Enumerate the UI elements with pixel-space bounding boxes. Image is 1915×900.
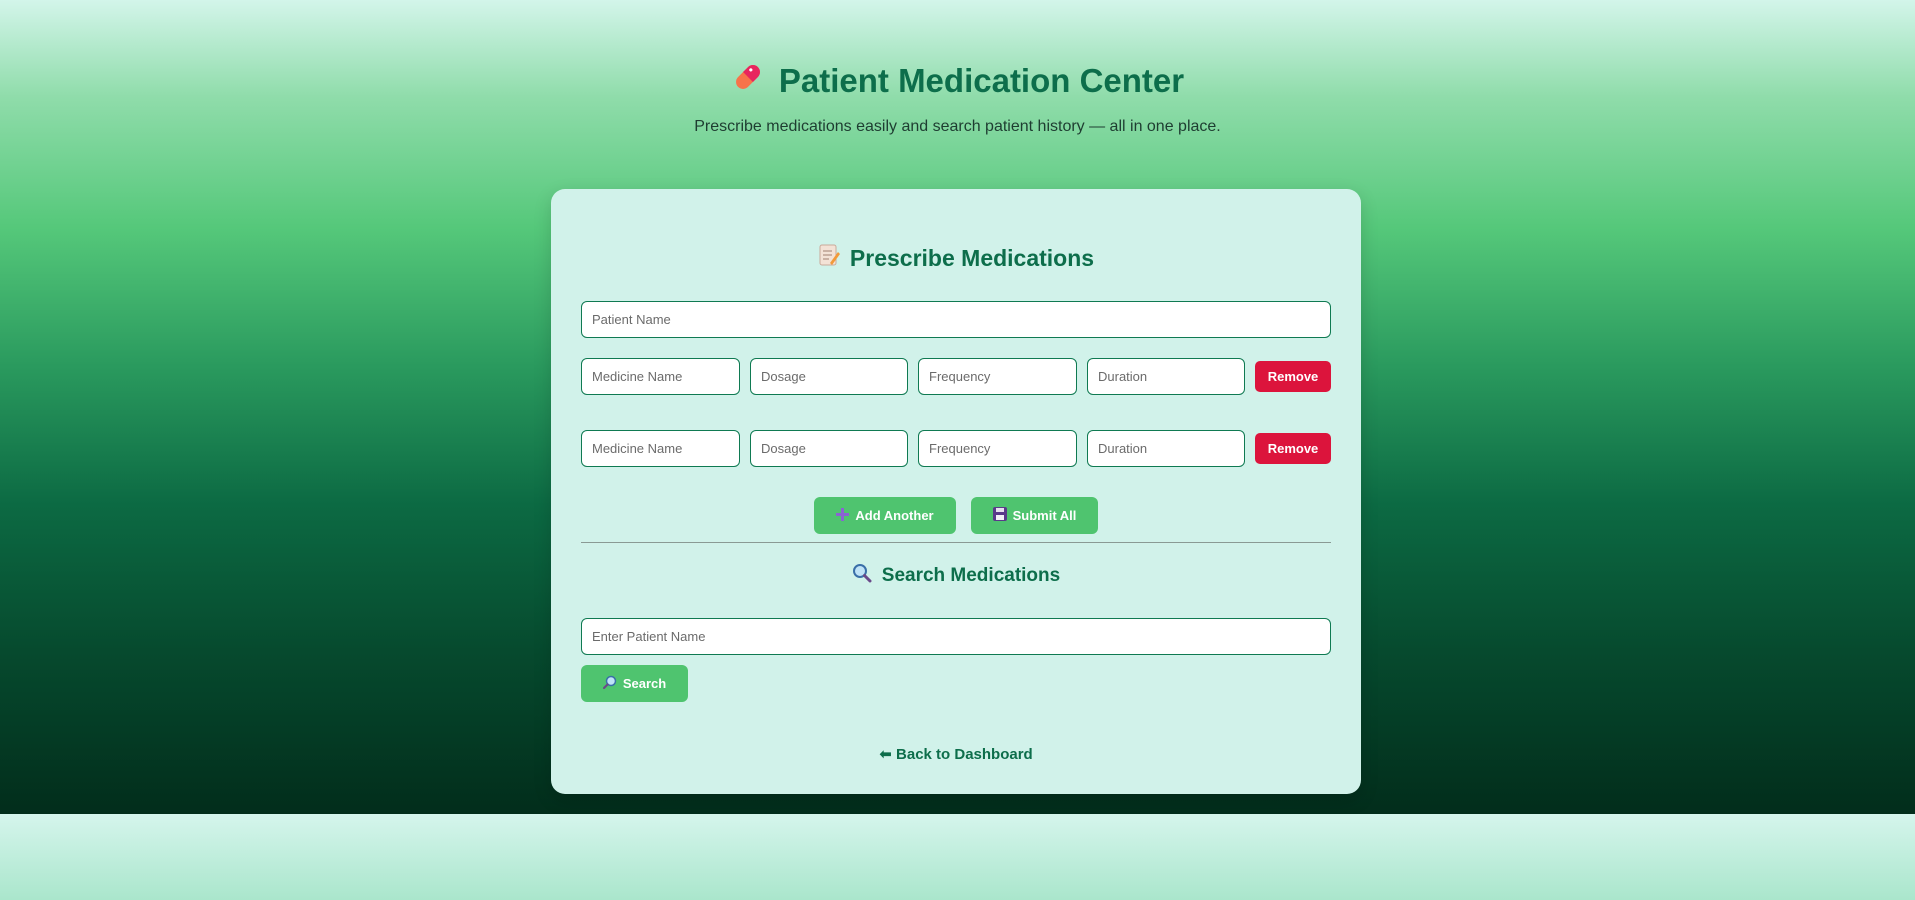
pill-icon [731, 60, 765, 102]
left-arrow-icon: ⬅ [879, 746, 892, 763]
patient-name-input[interactable] [581, 301, 1331, 338]
medicine-name-input[interactable] [581, 358, 740, 395]
magnifier-icon [852, 563, 872, 589]
submit-all-button[interactable]: Submit All [971, 497, 1098, 534]
search-title-text: Search Medications [881, 565, 1061, 586]
back-link-label: Back to Dashboard [896, 746, 1033, 763]
duration-input[interactable] [1087, 358, 1245, 395]
page-header: Patient Medication Center Prescribe medi… [0, 60, 1915, 136]
dosage-input[interactable] [750, 358, 908, 395]
duration-input[interactable] [1087, 430, 1245, 467]
remove-row-button[interactable]: Remove [1255, 433, 1331, 464]
search-patient-input[interactable] [581, 618, 1331, 655]
dosage-input[interactable] [750, 430, 908, 467]
prescribe-section-title: Prescribe Medications [551, 243, 1361, 273]
floppy-disk-icon [992, 507, 1007, 524]
search-button[interactable]: Search [581, 665, 688, 702]
medication-card: Prescribe Medications Remove Remove Add … [551, 189, 1361, 794]
add-another-label: Add Another [855, 508, 934, 523]
submit-all-label: Submit All [1012, 508, 1077, 523]
magnifier-icon [602, 675, 617, 692]
page-title: Patient Medication Center [731, 60, 1184, 102]
page-footer-strip [0, 814, 1915, 900]
back-to-dashboard-link[interactable]: ⬅ Back to Dashboard [551, 745, 1361, 763]
page-subtitle: Prescribe medications easily and search … [694, 118, 1221, 135]
prescribe-title-text: Prescribe Medications [849, 244, 1095, 271]
memo-icon [818, 243, 840, 273]
frequency-input[interactable] [918, 430, 1077, 467]
section-divider [581, 542, 1331, 543]
medicine-name-input[interactable] [581, 430, 740, 467]
frequency-input[interactable] [918, 358, 1077, 395]
add-another-button[interactable]: Add Another [814, 497, 956, 534]
page-title-text: Patient Medication Center [778, 62, 1185, 99]
search-button-label: Search [622, 676, 667, 691]
search-section-title: Search Medications [551, 563, 1361, 589]
plus-icon [836, 507, 850, 524]
remove-row-button[interactable]: Remove [1255, 361, 1331, 392]
